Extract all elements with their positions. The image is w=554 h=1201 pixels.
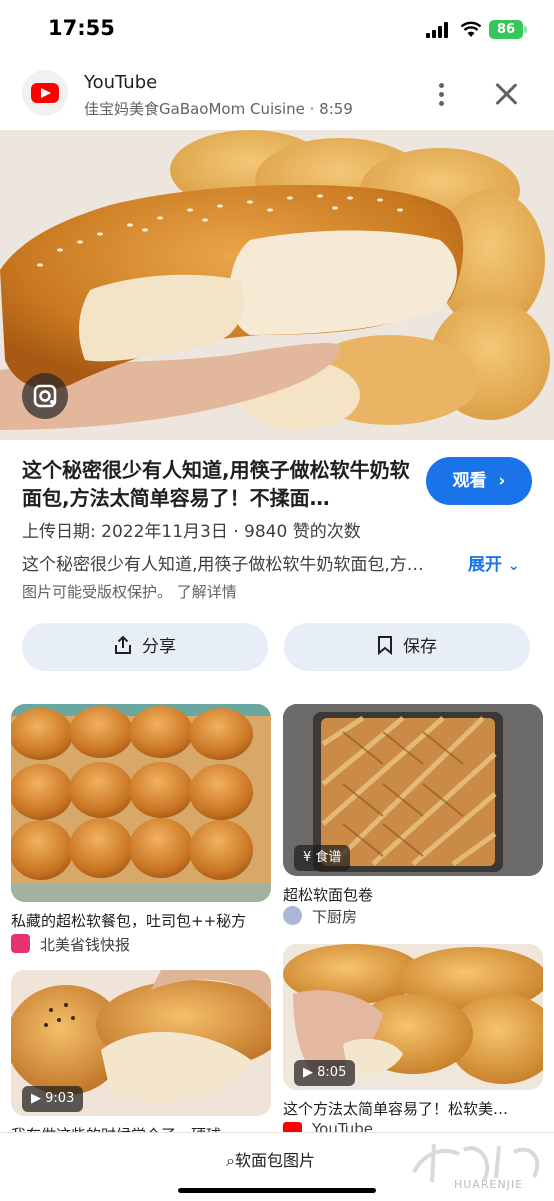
duration-label: 8:05 xyxy=(317,1065,347,1080)
source-subtitle: 佳宝妈美食GaBaoMom Cuisine · 8:59 xyxy=(84,100,353,118)
share-icon xyxy=(115,635,131,654)
badge-label: 食谱 xyxy=(315,850,342,865)
watch-button[interactable]: 观看 › xyxy=(426,457,532,505)
result-image-1[interactable] xyxy=(11,704,271,902)
expand-label: 展开 xyxy=(468,555,502,575)
hero-image[interactable] xyxy=(0,130,554,440)
result-source-1[interactable]: 北美省钱快报 xyxy=(40,934,130,955)
home-indicator[interactable] xyxy=(178,1188,376,1193)
save-label: 保存 xyxy=(403,637,437,657)
play-icon: ▶ xyxy=(303,1065,313,1080)
search-query: 软面包图片 xyxy=(234,1151,315,1170)
chevron-down-icon: ⌄ xyxy=(507,558,520,574)
battery-cap xyxy=(524,26,527,33)
lens-search-icon[interactable] xyxy=(22,373,68,419)
watermark: HUARENJIE xyxy=(404,1132,550,1196)
result-source-2[interactable]: 下厨房 xyxy=(312,906,357,927)
search-icon: ⌕ xyxy=(226,1151,235,1170)
expand-button[interactable]: 展开 ⌄ xyxy=(468,550,520,575)
video-description: 这个秘密很少有人知道,用筷子做松软牛奶软面包,方… xyxy=(22,555,424,575)
video-duration-badge-1: ▶ 9:03 xyxy=(22,1086,84,1112)
source-name[interactable]: YouTube xyxy=(84,72,157,93)
clock: 17:55 xyxy=(48,16,115,40)
youtube-logo-icon[interactable] xyxy=(22,70,68,116)
battery-icon: 86 xyxy=(489,20,523,39)
watermark-text: HUARENJIE xyxy=(454,1178,524,1191)
result-header: YouTube 佳宝妈美食GaBaoMom Cuisine · 8:59 xyxy=(0,60,554,130)
globe-icon xyxy=(283,906,302,925)
result-title-1[interactable]: 私藏的超松软餐包，吐司包++秘方 xyxy=(11,910,273,931)
result-title-2[interactable]: 超松软面包卷 xyxy=(283,884,545,905)
save-button[interactable]: 保存 xyxy=(284,623,530,671)
bookmark-icon xyxy=(378,636,392,656)
result-source-4[interactable]: YouTube xyxy=(312,1120,373,1132)
wifi-icon xyxy=(460,21,482,37)
share-label: 分享 xyxy=(142,637,176,657)
bread-photo xyxy=(0,130,554,440)
more-options-icon[interactable] xyxy=(430,80,452,110)
video-title[interactable]: 这个秘密很少有人知道,用筷子做松软牛奶软面包,方法太简单容易了！不揉面… xyxy=(22,456,412,512)
result-title-3[interactable]: 我在做这些的时候觉个了一硬球 xyxy=(11,1124,273,1132)
source-logo-icon xyxy=(11,934,30,953)
duration-label: 9:03 xyxy=(45,1091,75,1106)
youtube-source-icon xyxy=(283,1122,302,1132)
watch-label: 观看 xyxy=(452,471,487,491)
status-bar: 17:55 86 xyxy=(0,0,554,60)
search-chip[interactable]: ⌕软面包图片 xyxy=(226,1147,315,1171)
upload-meta: 上传日期: 2022年11月3日 · 9840 赞的次数 xyxy=(22,522,361,542)
chevron-right-icon: › xyxy=(492,471,506,491)
utensils-icon: ¥ xyxy=(303,850,312,865)
cellular-signal-icon xyxy=(426,22,452,38)
close-icon[interactable] xyxy=(494,82,518,106)
recipe-badge: ¥ 食谱 xyxy=(294,845,351,871)
copyright-notice[interactable]: 图片可能受版权保护。 了解详情 xyxy=(22,581,237,602)
share-button[interactable]: 分享 xyxy=(22,623,268,671)
dinner-rolls-photo xyxy=(11,704,271,902)
result-title-4[interactable]: 这个方法太简单容易了！松软美… xyxy=(283,1098,545,1119)
play-icon: ▶ xyxy=(31,1091,41,1106)
video-duration-badge-2: ▶ 8:05 xyxy=(294,1060,356,1086)
